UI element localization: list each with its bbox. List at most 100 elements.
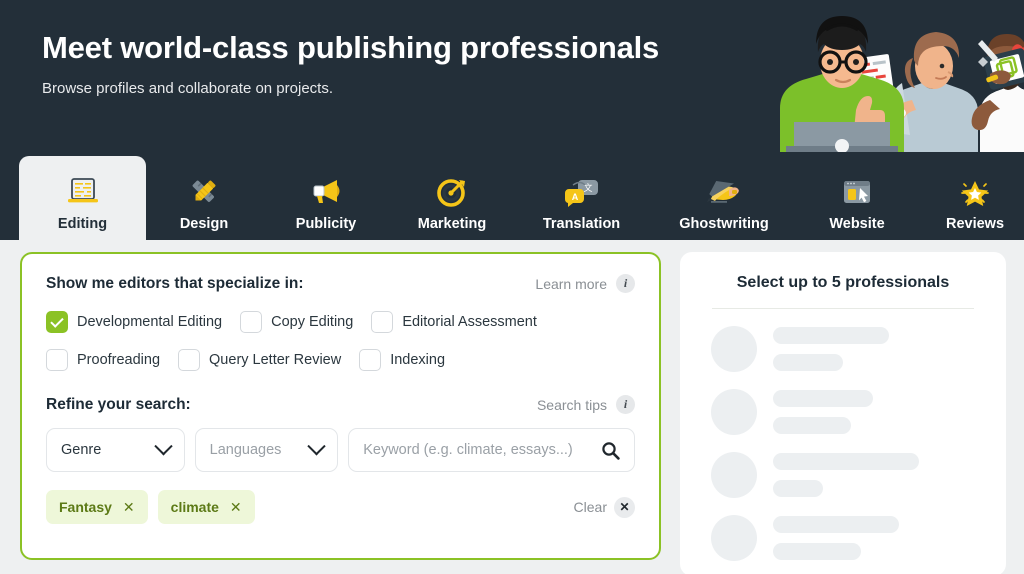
filter-chip-climate[interactable]: climate ✕ [157, 490, 255, 524]
close-icon[interactable]: ✕ [614, 496, 635, 518]
text-placeholders [773, 327, 889, 371]
text-placeholders [773, 390, 873, 434]
refine-header-row: Refine your search: Search tips i [46, 395, 635, 414]
search-input[interactable] [363, 442, 601, 458]
page-title: Meet world-class publishing professional… [42, 30, 660, 65]
checkbox-box[interactable] [359, 349, 382, 371]
checkbox-developmental-editing[interactable]: Developmental Editing [46, 311, 222, 333]
languages-select-value: Languages [209, 442, 282, 458]
active-filter-chips: Fantasy ✕ climate ✕ Clear ✕ [46, 490, 635, 524]
filter-chip-fantasy[interactable]: Fantasy ✕ [46, 490, 148, 524]
tab-publicity-label: Publicity [295, 216, 357, 232]
hero-illustration [690, 0, 1024, 152]
line-placeholder [773, 327, 889, 344]
svg-text:A: A [571, 192, 578, 202]
tab-ghostwriting[interactable]: Ghostwriting [649, 156, 799, 240]
checkbox-label: Editorial Assessment [402, 314, 537, 330]
languages-select[interactable]: Languages [194, 428, 339, 472]
chip-label: Fantasy [59, 499, 112, 515]
hero-text-block: Meet world-class publishing professional… [42, 30, 659, 97]
keyword-search-box[interactable] [348, 428, 635, 472]
list-item[interactable] [701, 452, 985, 498]
tab-design-label: Design [179, 216, 229, 232]
refine-label: Refine your search: [46, 395, 191, 413]
avatar-placeholder [711, 389, 757, 435]
specialize-options-row-1: Developmental Editing Copy Editing Edito… [46, 311, 635, 333]
tab-translation[interactable]: 文 A Translation [514, 156, 649, 240]
filter-panel: Show me editors that specialize in: Lear… [20, 252, 661, 560]
learn-more-group: Learn more i [535, 274, 635, 293]
sparkling-star-icon [952, 173, 998, 211]
info-icon[interactable]: i [616, 395, 635, 414]
search-tips-group: Search tips i [537, 395, 635, 414]
avatar-placeholder [711, 452, 757, 498]
checkbox-box[interactable] [240, 311, 263, 333]
text-placeholders [773, 453, 919, 497]
tab-marketing[interactable]: Marketing [390, 156, 514, 240]
chip-label: climate [170, 499, 219, 515]
close-icon[interactable]: ✕ [123, 500, 135, 514]
divider [712, 308, 974, 309]
target-dart-icon [429, 173, 475, 211]
results-panel: Select up to 5 professionals [680, 252, 1006, 574]
search-icon[interactable] [601, 441, 620, 460]
line-placeholder [773, 516, 899, 533]
checkbox-copy-editing[interactable]: Copy Editing [240, 311, 353, 333]
checkbox-box[interactable] [46, 311, 68, 333]
specialize-header-row: Show me editors that specialize in: Lear… [46, 274, 635, 293]
checkbox-box[interactable] [46, 349, 68, 371]
checkbox-label: Copy Editing [271, 314, 354, 330]
list-item[interactable] [701, 389, 985, 435]
info-icon[interactable]: i [616, 274, 635, 293]
checkbox-box[interactable] [371, 311, 394, 333]
checkbox-indexing[interactable]: Indexing [359, 349, 445, 371]
clear-label: Clear [573, 499, 607, 515]
checkbox-box[interactable] [178, 349, 201, 371]
line-placeholder [773, 543, 861, 560]
line-placeholder [773, 480, 823, 497]
avatar-placeholder [711, 515, 757, 561]
line-placeholder [773, 390, 873, 407]
line-placeholder [773, 354, 843, 371]
checkbox-label: Developmental Editing [77, 314, 223, 330]
genre-select-value: Genre [61, 442, 102, 458]
checkbox-label: Indexing [390, 352, 446, 368]
text-placeholders [773, 516, 899, 560]
page-subtitle: Browse profiles and collaborate on proje… [42, 80, 333, 97]
checkbox-proofreading[interactable]: Proofreading [46, 349, 160, 371]
checkbox-editorial-assessment[interactable]: Editorial Assessment [371, 311, 537, 333]
line-placeholder [773, 417, 851, 434]
tab-editing-label: Editing [57, 216, 108, 232]
tab-website[interactable]: Website [799, 156, 915, 240]
genre-select[interactable]: Genre [46, 428, 185, 472]
speech-bubbles-language-icon: 文 A [559, 173, 605, 211]
list-item[interactable] [701, 326, 985, 372]
laptop-document-icon [60, 173, 106, 211]
tab-website-label: Website [829, 216, 885, 232]
checkbox-label: Proofreading [77, 352, 161, 368]
main-content: Show me editors that specialize in: Lear… [0, 240, 1024, 574]
pencil-ruler-icon [181, 173, 227, 211]
checkbox-label: Query Letter Review [209, 352, 342, 368]
search-tips-link[interactable]: Search tips [537, 397, 607, 413]
tab-editing[interactable]: Editing [19, 156, 146, 240]
tab-reviews[interactable]: Reviews [915, 156, 1024, 240]
close-icon[interactable]: ✕ [230, 500, 242, 514]
browser-cursor-icon [834, 173, 880, 211]
list-item[interactable] [701, 515, 985, 561]
learn-more-link[interactable]: Learn more [535, 276, 607, 292]
megaphone-icon [303, 173, 349, 211]
avatar-placeholder [711, 326, 757, 372]
checkbox-query-letter-review[interactable]: Query Letter Review [178, 349, 341, 371]
hand-writing-pen-icon [701, 173, 747, 211]
specialize-options-row-2: Proofreading Query Letter Review Indexin… [46, 349, 635, 371]
clear-filters-button[interactable]: Clear ✕ [573, 496, 635, 518]
chevron-down-icon [307, 436, 326, 455]
tab-design[interactable]: Design [146, 156, 262, 240]
tab-reviews-label: Reviews [945, 216, 1005, 232]
tab-publicity[interactable]: Publicity [262, 156, 390, 240]
refine-controls-row: Genre Languages [46, 428, 635, 472]
hero-banner: Meet world-class publishing professional… [0, 0, 1024, 152]
specialize-label: Show me editors that specialize in: [46, 274, 304, 292]
line-placeholder [773, 453, 919, 470]
